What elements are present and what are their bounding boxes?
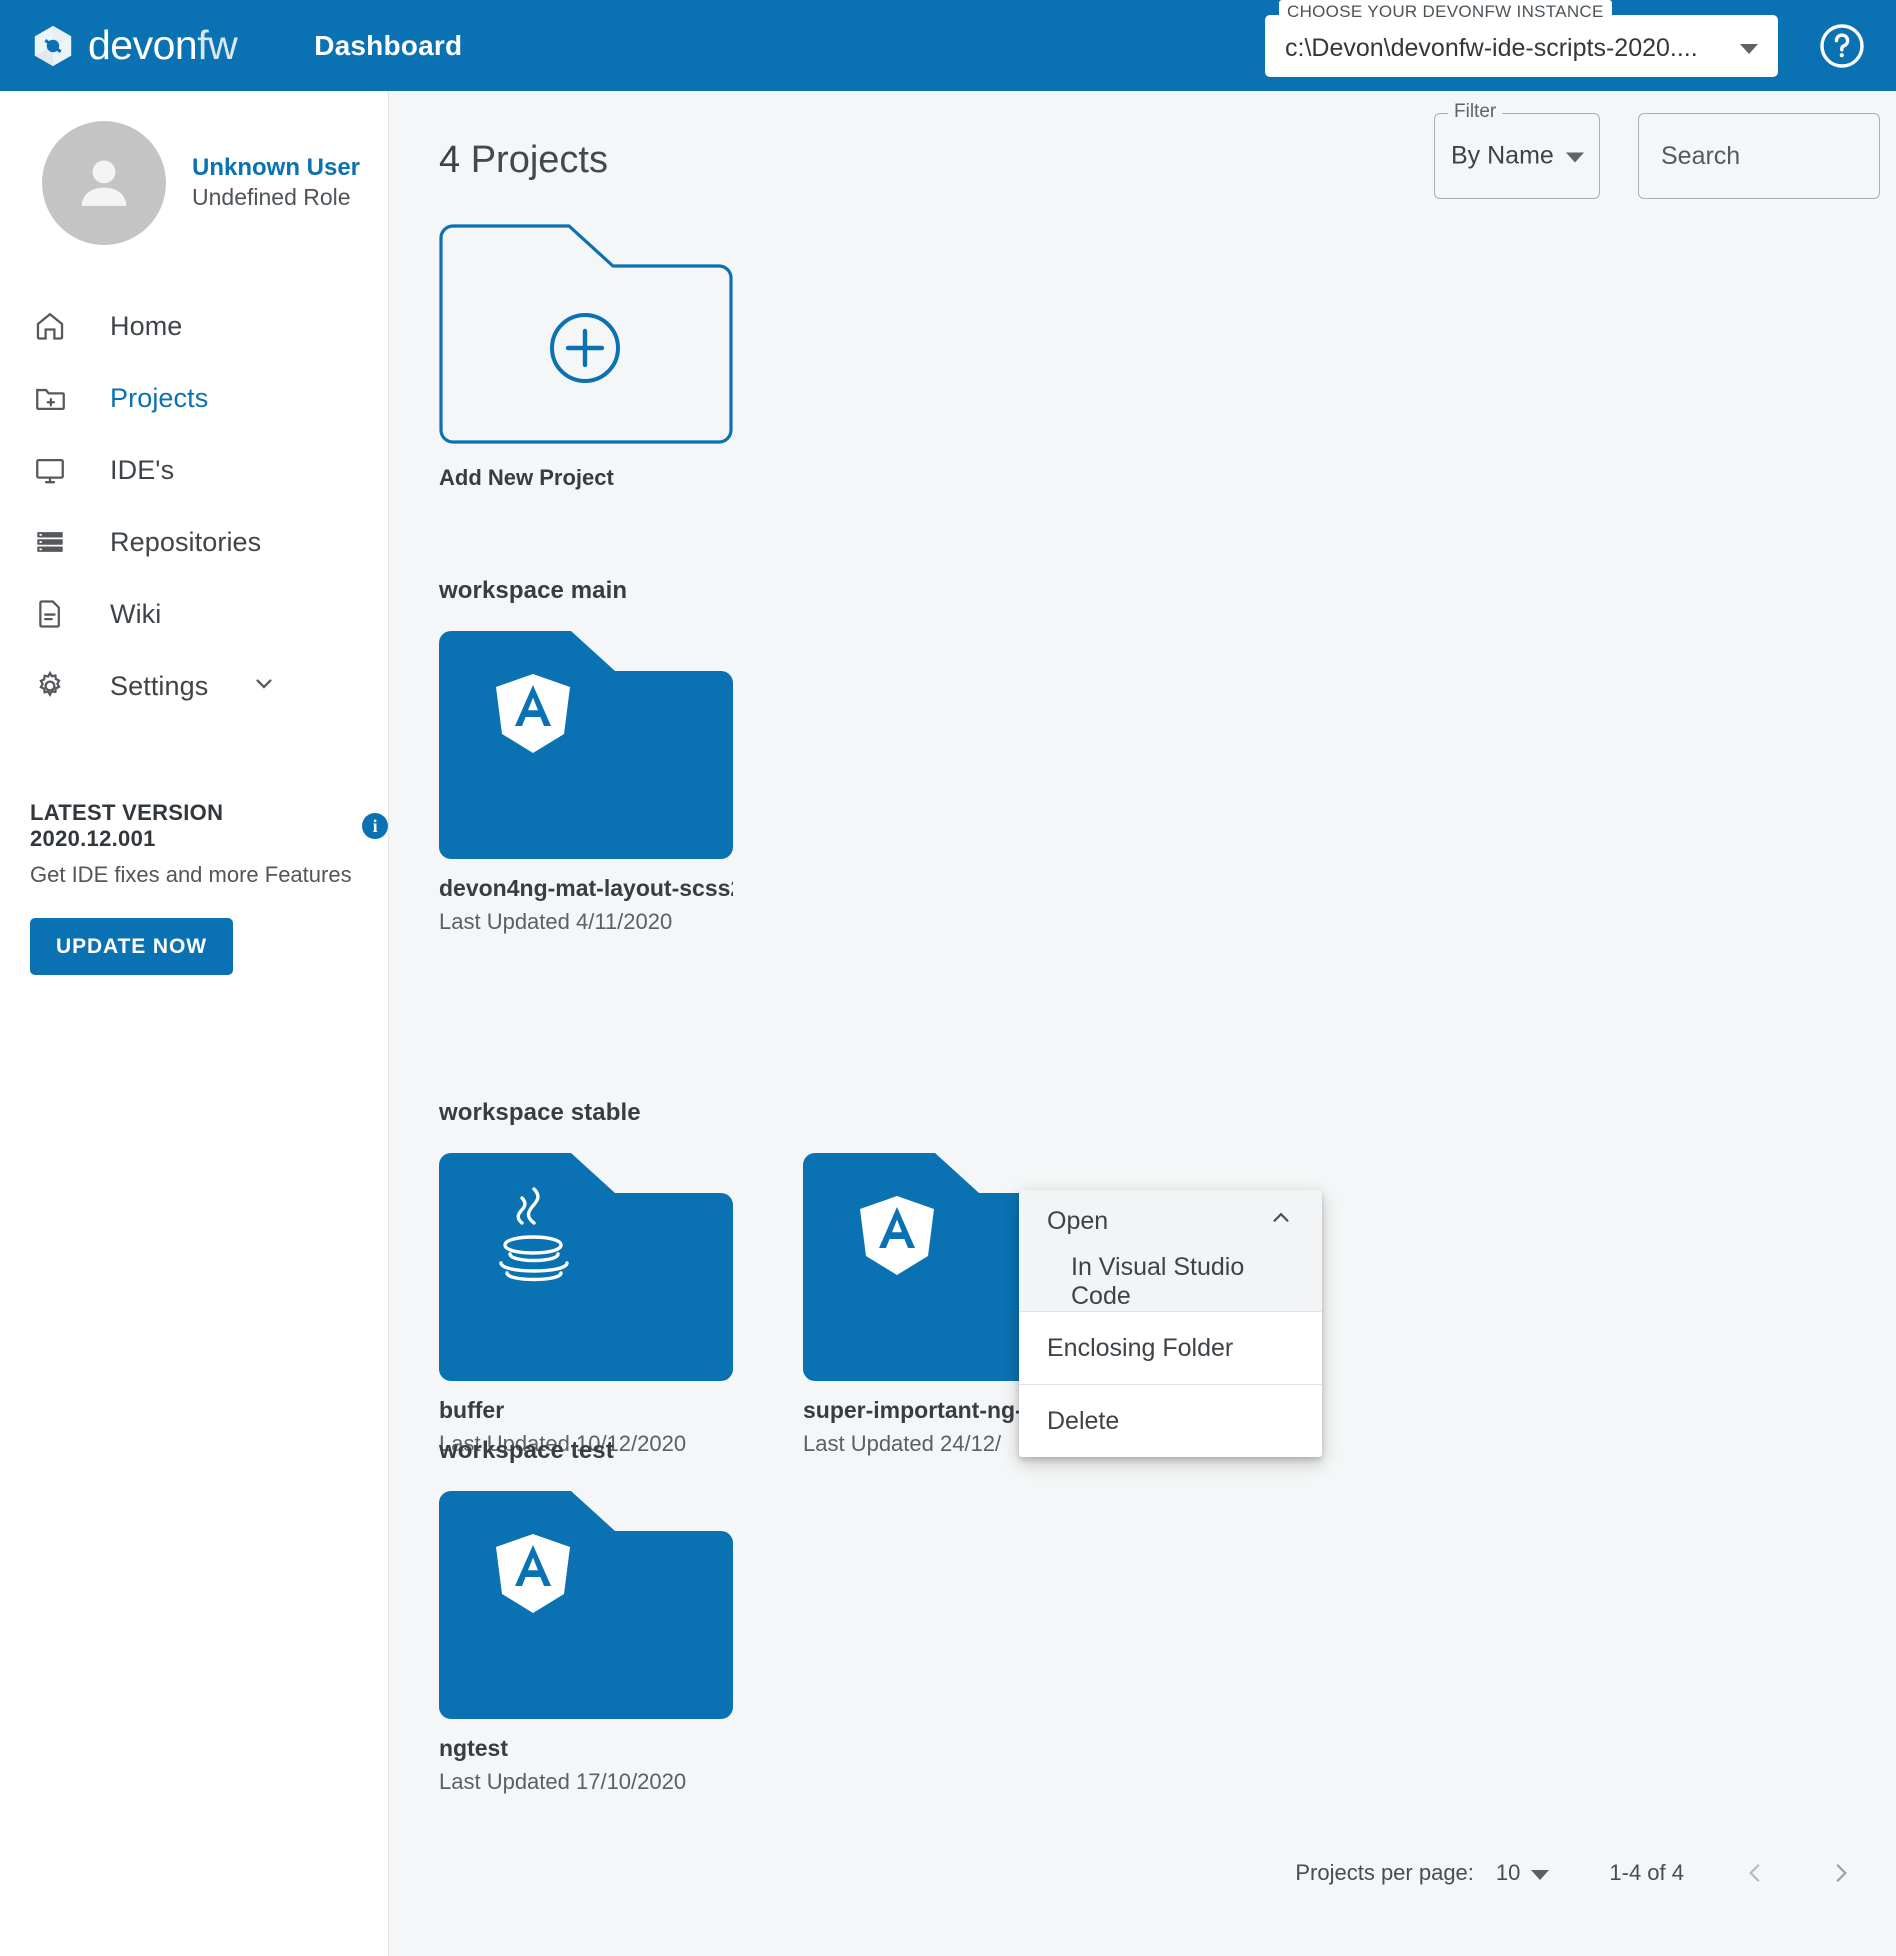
chevron-down-icon[interactable]	[1566, 153, 1584, 163]
chevron-down-icon[interactable]	[1531, 1870, 1549, 1880]
search-input[interactable]	[1638, 113, 1880, 199]
update-now-button[interactable]: UPDATE NOW	[30, 918, 233, 975]
context-menu-item-open[interactable]: Open	[1019, 1190, 1322, 1253]
filter-legend: Filter	[1448, 101, 1502, 123]
workspace-title: workspace test	[439, 1437, 803, 1465]
sidebar-item-label: IDE's	[110, 455, 174, 486]
filter-select[interactable]: Filter By Name	[1434, 113, 1600, 199]
chevron-left-icon[interactable]	[1740, 1858, 1770, 1888]
java-icon	[439, 1153, 733, 1381]
project-name: devon4ng-mat-layout-scss2	[439, 875, 733, 902]
chevron-right-icon[interactable]	[1826, 1858, 1856, 1888]
project-card[interactable]: buffer Last Updated 10/12/2020	[439, 1153, 733, 1457]
project-date: Last Updated 17/10/2020	[439, 1769, 733, 1795]
user-profile-text: Unknown User Undefined Role	[192, 153, 360, 213]
document-icon	[28, 592, 72, 636]
chevron-down-icon[interactable]	[250, 670, 278, 703]
project-card[interactable]: devon4ng-mat-layout-scss2 Last Updated 4…	[439, 631, 733, 935]
filter-value: By Name	[1451, 142, 1584, 171]
sidebar-item-label: Wiki	[110, 599, 161, 630]
page-title: Dashboard	[314, 30, 462, 62]
projects-count-number: 4	[439, 139, 460, 181]
workspace-section-test: workspace test ngtest Last Updated 17/10…	[439, 1437, 803, 1795]
chevron-down-icon[interactable]	[1740, 44, 1758, 54]
filter-value-text: By Name	[1451, 142, 1554, 171]
version-block: LATEST VERSION 2020.12.001 i Get IDE fix…	[0, 800, 388, 975]
home-icon	[28, 304, 72, 348]
instance-selector[interactable]: CHOOSE YOUR DEVONFW INSTANCE c:\Devon\de…	[1265, 15, 1778, 77]
workspace-section-main: workspace main devon4ng-mat-layout-scss2…	[439, 577, 803, 935]
context-menu-open-label: Open	[1047, 1207, 1108, 1236]
sidebar: Unknown User Undefined Role Home Project…	[0, 91, 389, 1956]
instance-selector-label: CHOOSE YOUR DEVONFW INSTANCE	[1279, 0, 1612, 23]
main-content: 4 Projects Filter By Name Add New Projec…	[389, 91, 1896, 1956]
angular-icon	[439, 1491, 733, 1719]
monitor-icon	[28, 448, 72, 492]
server-list-icon	[28, 520, 72, 564]
workspace-title: workspace stable	[439, 1099, 1167, 1127]
help-circle-icon[interactable]	[1818, 22, 1866, 70]
project-row: ngtest Last Updated 17/10/2020	[439, 1491, 803, 1795]
sidebar-item-settings[interactable]: Settings	[0, 650, 388, 722]
brand-wordmark: devonfw	[88, 22, 237, 69]
user-profile: Unknown User Undefined Role	[0, 91, 388, 245]
sidebar-item-label: Repositories	[110, 527, 261, 558]
context-menu-item-delete[interactable]: Delete	[1019, 1385, 1322, 1457]
project-date: Last Updated 4/11/2020	[439, 909, 733, 935]
app-header: devonfw Dashboard CHOOSE YOUR DEVONFW IN…	[0, 0, 1896, 91]
paginator-label: Projects per page:	[1295, 1860, 1474, 1886]
sidebar-item-projects[interactable]: Projects	[0, 362, 388, 434]
person-icon	[67, 146, 141, 220]
version-headline: LATEST VERSION 2020.12.001 i	[30, 800, 388, 852]
user-name: Unknown User	[192, 153, 360, 183]
sidebar-item-label: Settings	[110, 671, 208, 702]
context-menu-item-enclosing-folder[interactable]: Enclosing Folder	[1019, 1312, 1322, 1384]
brand-secondary: fw	[197, 22, 237, 68]
brand-primary: devon	[88, 22, 197, 68]
user-role: Undefined Role	[192, 183, 360, 213]
sidebar-item-ides[interactable]: IDE's	[0, 434, 388, 506]
workspace-title: workspace main	[439, 577, 803, 605]
sidebar-item-home[interactable]: Home	[0, 290, 388, 362]
header-right-group: CHOOSE YOUR DEVONFW INSTANCE c:\Devon\de…	[1265, 15, 1866, 77]
add-folder-outline-icon	[439, 219, 733, 447]
project-row: devon4ng-mat-layout-scss2 Last Updated 4…	[439, 631, 803, 935]
project-name: ngtest	[439, 1735, 733, 1762]
folder-plus-icon	[28, 376, 72, 420]
context-menu-item-open-vscode[interactable]: In Visual Studio Code	[1019, 1253, 1322, 1311]
page-size-value: 10	[1496, 1860, 1520, 1886]
brand-logo[interactable]: devonfw	[30, 22, 237, 69]
devonfw-logo-icon	[30, 23, 76, 69]
sidebar-item-label: Projects	[110, 383, 208, 414]
projects-count-word: Projects	[471, 139, 608, 181]
sidebar-item-wiki[interactable]: Wiki	[0, 578, 388, 650]
paginator: Projects per page: 10 1-4 of 4	[1295, 1858, 1856, 1888]
projects-count-heading: 4 Projects	[439, 139, 608, 182]
add-new-project-label: Add New Project	[439, 465, 733, 491]
sidebar-item-repositories[interactable]: Repositories	[0, 506, 388, 578]
avatar	[42, 121, 166, 245]
main-toolbar: 4 Projects Filter By Name	[389, 91, 1896, 221]
gear-icon	[28, 664, 72, 708]
sidebar-item-label: Home	[110, 311, 182, 342]
chevron-up-icon[interactable]	[1268, 1205, 1294, 1238]
context-menu-open-group: Open In Visual Studio Code	[1019, 1190, 1322, 1311]
info-icon[interactable]: i	[362, 813, 388, 839]
paginator-range: 1-4 of 4	[1609, 1860, 1684, 1886]
project-card[interactable]: ngtest Last Updated 17/10/2020	[439, 1491, 733, 1795]
add-new-project-card[interactable]: Add New Project	[439, 219, 733, 491]
instance-selector-value: c:\Devon\devonfw-ide-scripts-2020....	[1285, 28, 1732, 63]
version-subtitle: Get IDE fixes and more Features	[30, 862, 388, 888]
version-title: LATEST VERSION 2020.12.001	[30, 800, 353, 852]
project-name: buffer	[439, 1397, 733, 1424]
angular-icon	[439, 631, 733, 859]
project-context-menu: Open In Visual Studio Code Enclosing Fol…	[1019, 1190, 1322, 1457]
sidebar-nav: Home Projects IDE's	[0, 290, 388, 722]
page-size-select[interactable]: 10	[1496, 1860, 1549, 1886]
